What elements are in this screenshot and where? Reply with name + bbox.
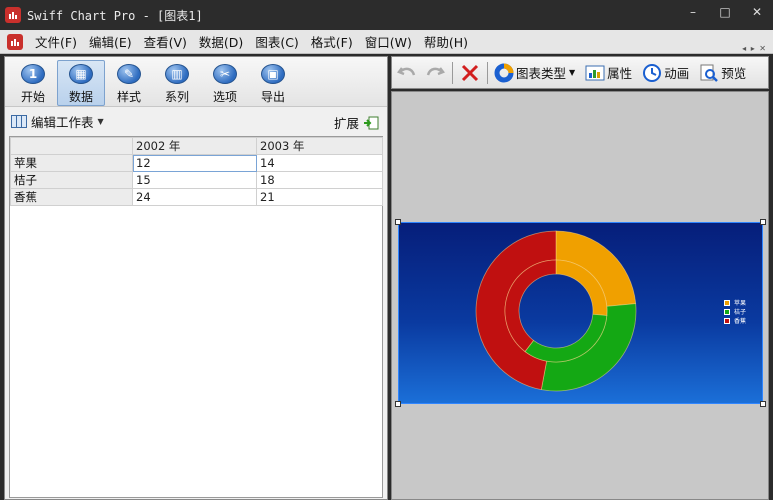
chart-canvas: 苹果 桔子 香蕉	[391, 91, 769, 500]
document-menu-icon[interactable]	[7, 33, 23, 50]
doughnut-chart[interactable]	[399, 223, 764, 405]
menu-help[interactable]: 帮助(H)	[418, 32, 474, 51]
magnifier-icon	[700, 64, 719, 82]
chevron-down-icon: ▼	[569, 68, 576, 77]
worksheet-icon	[11, 114, 27, 128]
grid-header-row: 2002 年 2003 年	[10, 137, 383, 155]
sheet-header: 编辑工作表 ▼ 扩展	[5, 107, 387, 135]
app-logo-icon	[5, 7, 21, 23]
legend-item-orange: 桔子	[723, 307, 746, 316]
menu-edit[interactable]: 编辑(E)	[83, 32, 138, 51]
edit-worksheet-dropdown[interactable]: 编辑工作表	[31, 112, 94, 131]
mdi-controls-icon[interactable]: ◂ ▸ ✕	[742, 44, 767, 53]
legend-item-banana: 香蕉	[723, 316, 746, 325]
table-row: 苹果 12 14	[10, 154, 383, 172]
menu-window[interactable]: 窗口(W)	[359, 32, 418, 51]
column-header[interactable]: 2003 年	[256, 137, 383, 155]
title-bar: Swiff Chart Pro - [图表1] – □ ✕	[0, 0, 773, 30]
legend-swatch	[723, 308, 730, 315]
brush-icon: ✎	[117, 64, 141, 84]
grid-cell[interactable]: 24	[132, 188, 257, 206]
toolbar-separator	[452, 61, 453, 84]
resize-handle-br[interactable]	[760, 401, 766, 407]
bar-series-icon: ▥	[165, 64, 189, 84]
maximize-button[interactable]: □	[709, 0, 741, 24]
tool-data-button[interactable]: ▦ 数据	[57, 60, 105, 106]
chart-frame[interactable]: 苹果 桔子 香蕉	[398, 222, 763, 404]
chart-toolbar: 图表类型 ▼ 属性 动画 预览	[391, 56, 769, 89]
row-header-cell[interactable]: 桔子	[10, 171, 133, 189]
preview-button[interactable]: 预览	[699, 63, 746, 83]
row-header-cell[interactable]: 香蕉	[10, 188, 133, 206]
tool-start-button[interactable]: 1 开始	[9, 60, 57, 106]
menu-view[interactable]: 查看(V)	[138, 32, 193, 51]
resize-handle-tr[interactable]	[760, 219, 766, 225]
properties-chart-icon	[585, 65, 605, 80]
toolbar-separator	[487, 61, 488, 84]
tool-series-button[interactable]: ▥ 系列	[153, 60, 201, 106]
menu-file[interactable]: 文件(F)	[29, 32, 83, 51]
resize-handle-tl[interactable]	[395, 219, 401, 225]
delete-icon[interactable]	[459, 62, 481, 84]
grid-corner-cell[interactable]	[10, 137, 133, 155]
tool-style-button[interactable]: ✎ 样式	[105, 60, 153, 106]
menu-format[interactable]: 格式(F)	[305, 32, 359, 51]
save-icon: ▣	[261, 64, 285, 84]
doughnut-chart-icon	[494, 63, 514, 82]
chart-type-button[interactable]: 图表类型 ▼	[494, 63, 575, 83]
left-panel: 1 开始 ▦ 数据 ✎ 样式 ▥ 系列 ✂ 选项 ▣ 导出 编辑工作表 ▼ 扩展	[4, 56, 388, 500]
expand-arrow-icon	[364, 116, 379, 129]
grid-cell[interactable]: 21	[256, 188, 383, 206]
tool-options-button[interactable]: ✂ 选项	[201, 60, 249, 106]
tools-icon: ✂	[213, 64, 237, 84]
menu-chart[interactable]: 图表(C)	[249, 32, 304, 51]
table-row: 桔子 15 18	[10, 171, 383, 189]
window-title: Swiff Chart Pro - [图表1]	[27, 8, 203, 23]
legend-item-apple: 苹果	[723, 298, 746, 307]
number-1-icon: 1	[21, 64, 45, 84]
column-header[interactable]: 2002 年	[132, 137, 257, 155]
wizard-toolbar: 1 开始 ▦ 数据 ✎ 样式 ▥ 系列 ✂ 选项 ▣ 导出	[5, 57, 387, 107]
menu-data[interactable]: 数据(D)	[193, 32, 249, 51]
clock-icon	[643, 63, 662, 82]
resize-handle-bl[interactable]	[395, 401, 401, 407]
expand-button[interactable]: 扩展	[334, 113, 379, 132]
properties-button[interactable]: 属性	[585, 63, 632, 83]
data-grid[interactable]: 2002 年 2003 年 苹果 12 14 桔子 15 18 香蕉 24 21	[9, 136, 383, 498]
row-header-cell[interactable]: 苹果	[10, 154, 133, 172]
table-row: 香蕉 24 21	[10, 188, 383, 206]
minimize-button[interactable]: –	[677, 0, 709, 24]
grid-cell[interactable]: 15	[132, 171, 257, 189]
animation-button[interactable]: 动画	[642, 63, 689, 83]
chart-legend[interactable]: 苹果 桔子 香蕉	[723, 298, 746, 325]
legend-swatch	[723, 317, 730, 324]
grid-cell[interactable]: 12	[132, 154, 257, 172]
chevron-down-icon[interactable]: ▼	[98, 117, 104, 126]
menu-bar: 文件(F) 编辑(E) 查看(V) 数据(D) 图表(C) 格式(F) 窗口(W…	[0, 30, 773, 54]
grid-cell[interactable]: 18	[256, 171, 383, 189]
close-button[interactable]: ✕	[741, 0, 773, 24]
table-icon: ▦	[69, 64, 93, 84]
redo-icon[interactable]	[424, 62, 446, 84]
tool-export-button[interactable]: ▣ 导出	[249, 60, 297, 106]
undo-icon[interactable]	[396, 62, 418, 84]
legend-swatch	[723, 299, 730, 306]
grid-cell[interactable]: 14	[256, 154, 383, 172]
